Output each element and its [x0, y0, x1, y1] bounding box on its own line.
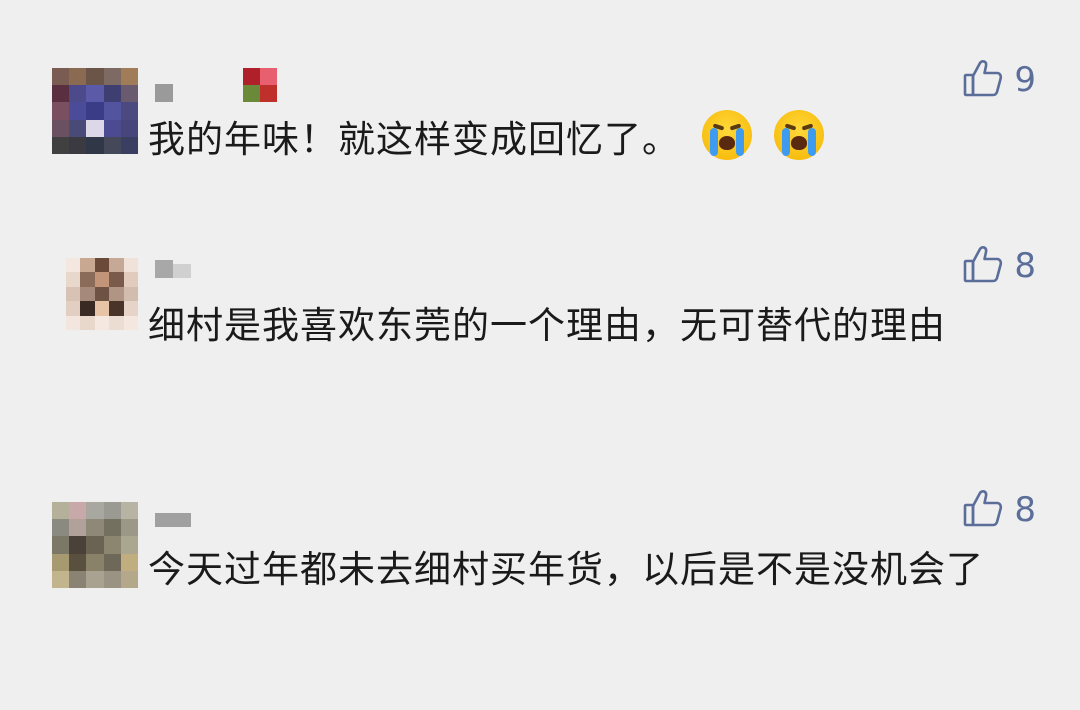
comment-text: 细村是我喜欢东莞的一个理由，无可替代的理由 — [148, 304, 946, 347]
avatar[interactable] — [52, 502, 138, 588]
like-button[interactable]: 9 — [962, 58, 1036, 102]
avatar[interactable] — [66, 258, 138, 330]
like-count: 9 — [1014, 60, 1036, 100]
comment-text: 我的年味！就这样变成回忆了。 — [148, 105, 1038, 175]
thumbs-up-icon — [962, 57, 1004, 103]
comment-text: 今天过年都未去细村买年货，以后是不是没机会了 — [148, 548, 984, 591]
like-button[interactable]: 8 — [962, 488, 1036, 532]
like-count: 8 — [1014, 490, 1036, 530]
thumbs-up-icon — [962, 487, 1004, 533]
loudly-crying-face-icon — [774, 110, 824, 160]
avatar[interactable] — [52, 68, 138, 154]
loudly-crying-face-icon — [702, 110, 752, 160]
like-button[interactable]: 8 — [962, 244, 1036, 288]
nickname-pixelated[interactable] — [155, 505, 191, 527]
nickname-pixelated[interactable] — [155, 68, 277, 102]
nickname-pixelated[interactable] — [155, 256, 191, 278]
like-count: 8 — [1014, 246, 1036, 286]
thumbs-up-icon — [962, 243, 1004, 289]
